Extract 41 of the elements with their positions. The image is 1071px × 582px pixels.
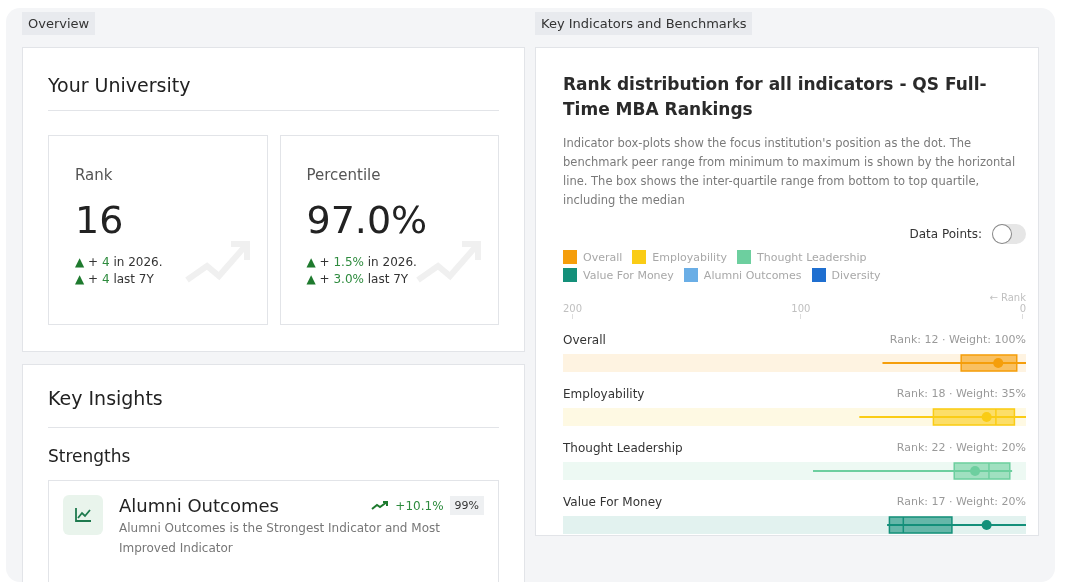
stat-label: Rank [75,166,114,184]
insight-text: Alumni Outcomes is the Strongest Indicator and Most Improved Indicator [119,520,441,557]
legend-label: Overall [583,250,623,264]
legend-label: Thought Leadership [757,250,867,264]
change-text: ▲ + 1.5% in 2026. [306,254,418,271]
rank-weight-text: Rank: 17 · Weight: 20% [896,495,1026,509]
rank-weight-text: Rank: 22 · Weight: 20% [896,441,1026,455]
stat-label: Percentile [306,166,382,184]
axis-tick-label: 200 [563,303,583,314]
chart-title: Rank distribution for all indicators - QS Full-Time MBA Rankings [563,73,988,121]
trend-up-icon [371,500,390,511]
rank-weight-text: Rank: 18 · Weight: 35% [896,387,1026,401]
insight-title: Alumni Outcomes [119,495,280,516]
indicator-name: Value For Money [563,495,663,509]
legend-label: Employability [652,250,727,264]
axis-label: ← Rank [989,292,1026,303]
toggle-switch[interactable] [992,224,1026,244]
section-tab[interactable]: Overview [22,12,96,35]
stat-value: 16 [75,198,125,242]
legend-label: Alumni Outcomes [703,268,802,282]
change-text: ▲ + 4 last 7Y [75,271,155,288]
indicator-name: Overall [563,333,606,347]
legend-label: Diversity [831,268,881,282]
axis-tick-label: 100 [791,303,811,314]
indicator-name: Thought Leadership [563,441,683,455]
panel-title: Key Insights [48,387,499,428]
change-text: ▲ + 3.0% last 7Y [306,271,410,288]
toggle-label: Data Points: [909,227,982,241]
axis-tick-label: 0 [1019,303,1026,314]
section-tab[interactable]: Key Indicators and Benchmarks [535,12,753,35]
change-text: ▲ + 4 in 2026. [75,254,164,271]
panel-title: Your University [48,74,499,111]
section-title: Strengths [48,446,132,468]
rank-weight-text: Rank: 12 · Weight: 100% [889,333,1026,347]
change-text: +10.1% [395,498,444,513]
chart-description: Indicator box-plots show the focus institution's position as the dot. The benchmark peer range from minimum to maximum is shown by the horizontal line. The box shows the inter-quartile range from bottom to top quartile, including the median [563,135,1017,209]
line-chart-icon [63,495,103,535]
indicator-name: Employability [563,387,645,401]
legend-label: Value For Money [583,268,674,282]
percent-badge: 99% [449,496,484,515]
stat-value: 97.0% [306,198,429,242]
